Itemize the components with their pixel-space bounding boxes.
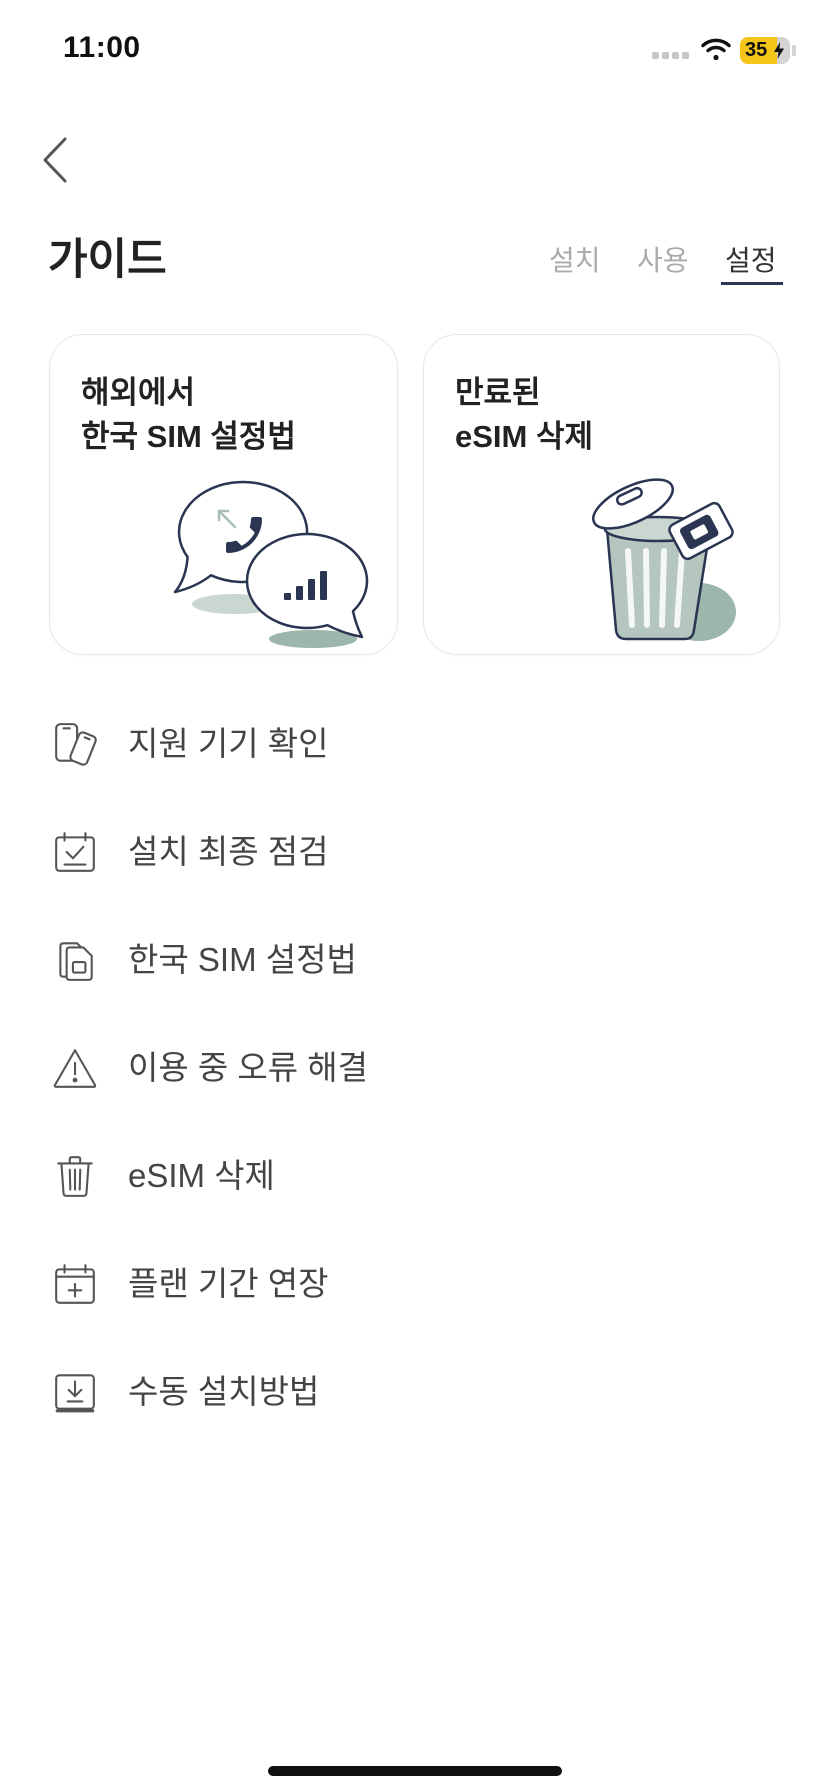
download-tray-icon — [52, 1369, 98, 1415]
menu-item-label: eSIM 삭제 — [128, 1157, 275, 1194]
charging-bolt-icon — [774, 42, 784, 59]
guide-card-korean-sim-abroad[interactable]: 해외에서 한국 SIM 설정법 — [49, 334, 398, 655]
card-title: 만료된 eSIM 삭제 — [455, 371, 593, 459]
menu-item-korean-sim-setup[interactable]: 한국 SIM 설정법 — [0, 906, 828, 1014]
trash-can-illustration — [592, 478, 736, 641]
tab-usage[interactable]: 사용 — [637, 244, 689, 278]
menu-item-label: 수동 설치방법 — [128, 1373, 320, 1410]
menu-item-label: 지원 기기 확인 — [128, 725, 329, 762]
menu-item-label: 플랜 기간 연장 — [128, 1265, 329, 1302]
guide-card-delete-expired-esim[interactable]: 만료된 eSIM 삭제 — [423, 334, 780, 655]
tab-install[interactable]: 설치 — [549, 244, 601, 278]
guide-menu-list: 지원 기기 확인 설치 최종 점검 한국 SIM 설정법 이용 중 오류 해결 … — [0, 690, 828, 1446]
menu-item-supported-devices[interactable]: 지원 기기 확인 — [0, 690, 828, 798]
chevron-left-icon — [43, 137, 67, 183]
menu-item-troubleshooting[interactable]: 이용 중 오류 해결 — [0, 1014, 828, 1122]
battery-percent: 35 — [745, 39, 768, 61]
card-title-line2: eSIM 삭제 — [455, 419, 594, 454]
home-indicator[interactable] — [268, 1766, 562, 1776]
menu-item-label: 이용 중 오류 해결 — [128, 1049, 369, 1086]
speech-bubbles-illustration — [173, 480, 369, 648]
tab-settings[interactable]: 설정 — [725, 244, 777, 278]
calendar-check-icon — [52, 829, 98, 875]
menu-item-manual-install[interactable]: 수동 설치방법 — [0, 1338, 828, 1446]
wifi-icon — [701, 38, 731, 61]
warning-icon — [52, 1045, 98, 1091]
menu-item-label: 한국 SIM 설정법 — [128, 941, 357, 978]
trash-icon — [52, 1153, 98, 1199]
battery-icon: 35 — [740, 37, 790, 64]
battery-cap — [792, 45, 796, 56]
card-title-line1: 해외에서 — [81, 375, 196, 410]
menu-item-delete-esim[interactable]: eSIM 삭제 — [0, 1122, 828, 1230]
card-title-line1: 만료된 — [455, 375, 541, 410]
devices-icon — [52, 721, 98, 767]
signal-dots-icon — [652, 52, 689, 59]
card-title-line2: 한국 SIM 설정법 — [81, 419, 296, 454]
menu-item-final-check[interactable]: 설치 최종 점검 — [0, 798, 828, 906]
card-title: 해외에서 한국 SIM 설정법 — [81, 371, 296, 459]
menu-item-label: 설치 최종 점검 — [128, 833, 329, 870]
back-button[interactable] — [38, 132, 74, 188]
menu-item-extend-plan[interactable]: 플랜 기간 연장 — [0, 1230, 828, 1338]
page-title: 가이드 — [48, 236, 167, 284]
sim-cards-icon — [52, 937, 98, 983]
calendar-plus-icon — [52, 1261, 98, 1307]
active-tab-indicator — [721, 282, 783, 285]
status-time: 11:00 — [63, 31, 141, 64]
front-speech-bubble — [245, 532, 369, 639]
